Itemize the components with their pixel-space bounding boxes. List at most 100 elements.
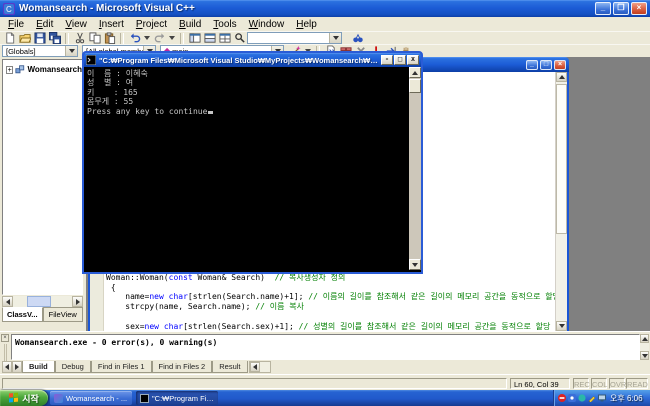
maximize-button[interactable]: ❐ [613,2,629,15]
output-tab-find-in-files-2[interactable]: Find in Files 2 [152,361,213,373]
minimize-button[interactable]: _ [595,2,611,15]
window-list-button[interactable] [217,32,232,45]
console-cursor [208,111,213,114]
console-titlebar[interactable]: "C:₩Program Files₩Microsoft Visual Studi… [84,53,421,67]
editor-close-button[interactable]: × [554,60,566,70]
menu-item-tools[interactable]: Tools [207,19,242,30]
console-client-area[interactable]: 이 름 : 이혜숙성 별 : 여키 : 165몸무게 : 55Press any… [84,67,421,270]
workspace-pane-button[interactable] [187,32,202,45]
scroll-down-button[interactable] [556,321,567,331]
svg-text:C: C [6,5,12,14]
redo-button[interactable] [152,32,167,45]
output-grip: × [1,334,10,361]
visual-cpp-task-icon [54,394,63,403]
scroll-left-button[interactable] [2,296,13,307]
output-grip-handle[interactable] [4,344,7,362]
save-all-button[interactable] [47,32,62,45]
tray-messenger-icon[interactable] [568,394,576,402]
new-file-button[interactable] [2,32,17,45]
output-tab-result[interactable]: Result [212,361,247,373]
workspace-horizontal-scrollbar[interactable] [2,296,83,307]
close-button[interactable]: × [631,2,647,15]
menu-item-window[interactable]: Window [243,19,291,30]
scroll-down-button[interactable] [640,351,649,360]
save-button[interactable] [32,32,47,45]
toolbar-separator [120,33,124,44]
menu-item-build[interactable]: Build [173,19,207,30]
output-tab-build[interactable]: Build [22,361,55,373]
menu-item-view[interactable]: View [59,19,93,30]
save-icon [34,32,46,44]
scroll-down-button[interactable] [409,259,421,270]
output-tab-debug[interactable]: Debug [55,361,91,373]
window-title: Womansearch - Microsoft Visual C++ [19,3,593,14]
status-indicator-rec: REC [573,378,589,389]
tab-horizontal-scrollbar[interactable] [249,361,271,373]
scrollbar-thumb[interactable] [409,79,421,93]
scroll-right-button[interactable] [72,296,83,307]
taskbar-task-2[interactable]: "C:₩Program File... [136,391,218,405]
workspace-tab-fileview[interactable]: FileView [43,307,84,322]
editor-maximize-button[interactable]: □ [540,60,552,70]
class-combobox-dropdown[interactable] [65,46,77,56]
editor-vertical-scrollbar[interactable] [555,72,567,331]
console-output: 이 름 : 이혜숙성 별 : 여키 : 165몸무게 : 55Press any… [84,67,421,118]
editor-minimize-button[interactable]: _ [526,60,538,70]
copy-button[interactable] [87,32,102,45]
redo-dropdown-arrow[interactable] [169,36,175,40]
tab-scroll-right-button[interactable] [12,361,22,373]
find-in-files-icon [234,32,246,44]
console-task-icon [140,394,149,403]
find-combobox-dropdown[interactable] [329,33,341,43]
status-indicator-ovr: OVR [609,378,625,389]
output-pane-button[interactable] [202,32,217,45]
scroll-up-button[interactable] [556,72,567,82]
menu-item-insert[interactable]: Insert [93,19,130,30]
menu-item-edit[interactable]: Edit [30,19,59,30]
open-folder-icon [19,32,31,44]
undo-button[interactable] [127,32,142,45]
tray-security-icon[interactable] [558,394,566,402]
new-file-icon [4,32,16,44]
tree-root-row[interactable]: + Womansearch [6,64,82,75]
output-vertical-scrollbar[interactable] [640,334,649,360]
menu-item-help[interactable]: Help [290,19,323,30]
console-minimize-button[interactable]: - [381,55,393,65]
tray-network-icon[interactable] [578,394,586,402]
output-content[interactable]: Womansearch.exe - 0 error(s), 0 warning(… [11,334,640,360]
search-in-files-button[interactable] [350,32,365,45]
tree-expand-icon[interactable]: + [6,66,13,74]
taskbar-task-1[interactable]: Womansearch - ... [50,391,132,405]
toolbar-separator [65,33,69,44]
output-tab-find-in-files-1[interactable]: Find in Files 1 [91,361,152,373]
tray-display-icon[interactable] [598,394,606,402]
scrollbar-thumb[interactable] [27,296,51,307]
code-area[interactable]: Woman::Woman(const Woman& Search) // 복사생… [106,273,560,331]
redo-icon [154,32,166,44]
start-button[interactable]: 시작 [0,390,48,406]
cut-button[interactable] [72,32,87,45]
menu-item-file[interactable]: File [2,19,30,30]
scissors-icon [74,32,86,44]
workspace-tab-classv[interactable]: ClassV... [2,307,43,322]
scroll-up-button[interactable] [640,334,649,343]
toolbar-separator [180,33,184,44]
build-result-message: Womansearch.exe - 0 error(s), 0 warning(… [12,335,639,350]
class-combobox[interactable]: [Globals] [2,45,78,57]
open-button[interactable] [17,32,32,45]
scrollbar-thumb[interactable] [556,84,567,234]
console-vertical-scrollbar[interactable] [409,67,421,270]
standard-toolbar [0,31,650,44]
find-in-files-button[interactable] [232,32,247,45]
tray-ime-pen-icon[interactable] [588,394,596,402]
menu-item-project[interactable]: Project [130,19,173,30]
find-combobox[interactable] [247,32,342,44]
output-close-button[interactable]: × [1,334,9,342]
code-line: Woman::Woman(const Woman& Search) // 복사생… [106,273,560,283]
console-maximize-button[interactable]: □ [394,55,406,65]
tab-scroll-left-button[interactable] [2,361,12,373]
scroll-up-button[interactable] [409,67,421,78]
paste-button[interactable] [102,32,117,45]
undo-dropdown-arrow[interactable] [144,36,150,40]
console-close-button[interactable]: x [407,55,419,65]
